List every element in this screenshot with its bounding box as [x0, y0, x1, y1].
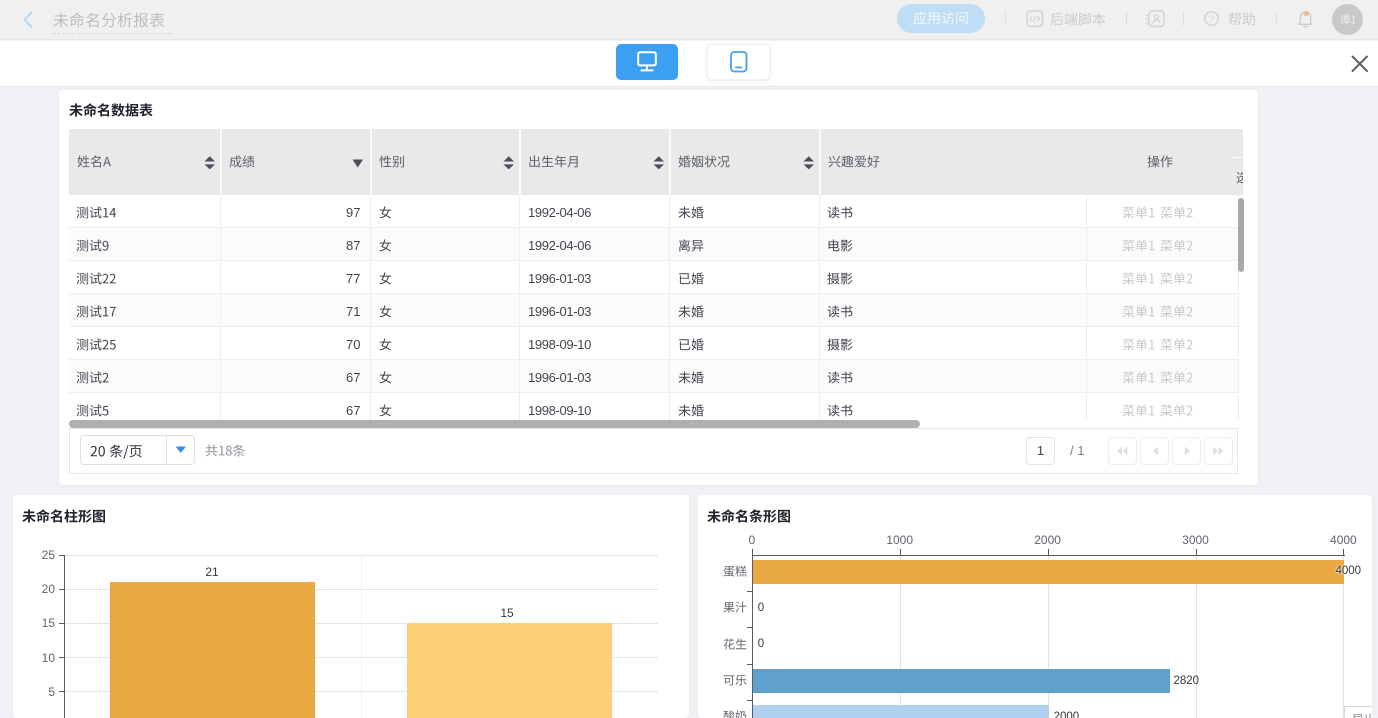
svg-text:?: ?: [1209, 14, 1214, 25]
